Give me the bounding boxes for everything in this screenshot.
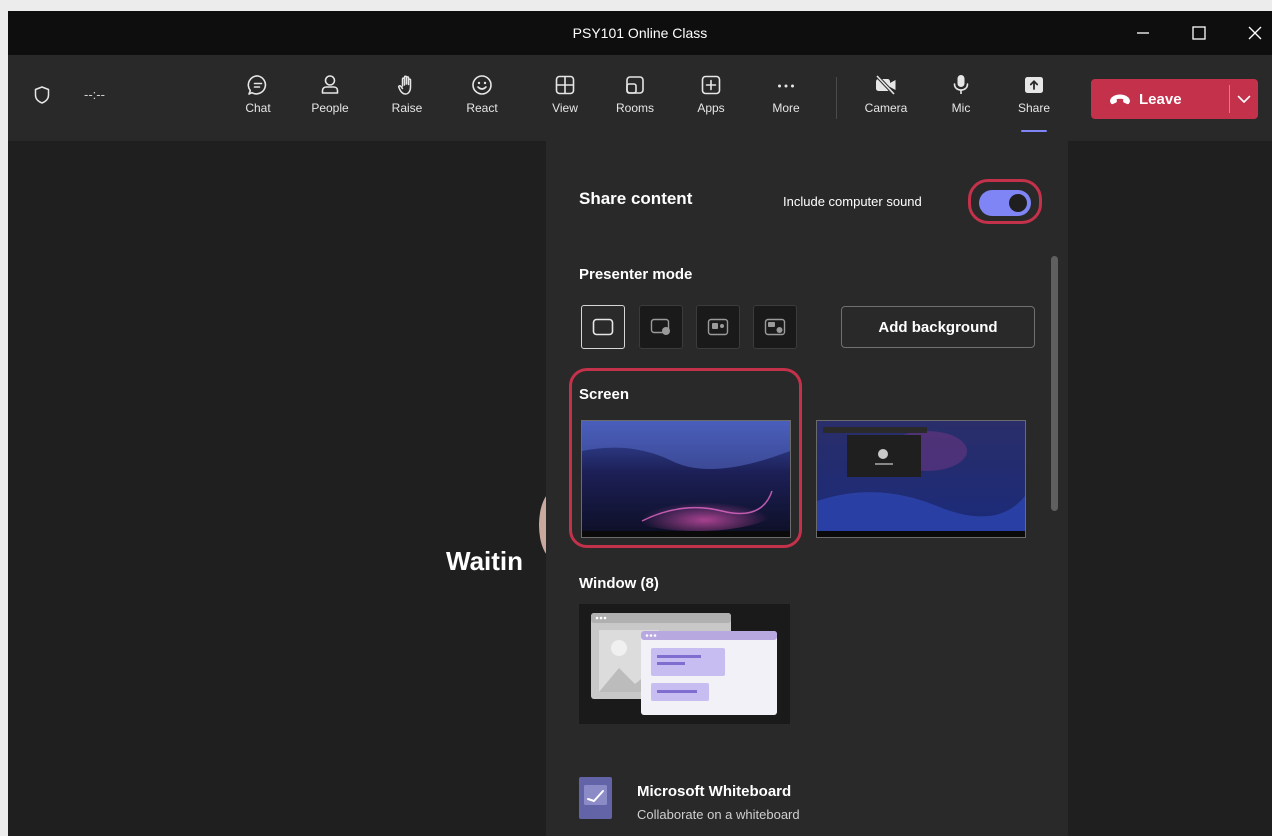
view-label: View (552, 101, 578, 115)
view-icon (555, 75, 575, 95)
raise-hand-icon (397, 75, 412, 95)
presenter-mode-heading: Presenter mode (579, 266, 693, 283)
window-illustration-icon (591, 613, 777, 715)
share-content-panel: Share content Include computer sound Pre… (546, 141, 1068, 836)
screen-thumbnail-2[interactable] (816, 420, 1026, 538)
more-label: More (772, 101, 800, 115)
presenter-mode-content-only[interactable] (581, 305, 625, 349)
rooms-label: Rooms (615, 101, 654, 115)
camera-label: Camera (864, 101, 908, 115)
whiteboard-subtitle: Collaborate on a whiteboard (637, 807, 800, 822)
mic-button[interactable]: Mic (935, 70, 987, 126)
whiteboard-icon (579, 777, 612, 819)
apps-button[interactable]: Apps (685, 70, 737, 126)
minimize-button[interactable] (1120, 11, 1166, 55)
title-bar: PSY101 Online Class (8, 11, 1272, 55)
meeting-timer: --:-- (84, 87, 105, 102)
chat-button[interactable]: Chat (232, 70, 284, 126)
more-icon (778, 84, 794, 88)
chevron-down-icon (1237, 95, 1251, 103)
presenter-mode-reporter[interactable] (753, 305, 797, 349)
leave-button[interactable]: Leave (1091, 79, 1229, 119)
leave-options-button[interactable] (1230, 79, 1258, 119)
rooms-icon (626, 76, 644, 94)
active-tab-indicator (1021, 130, 1047, 132)
apps-label: Apps (697, 101, 725, 115)
maximize-button[interactable] (1176, 11, 1222, 55)
leave-split-button: Leave (1091, 79, 1258, 119)
minimize-icon (1137, 32, 1149, 34)
screen-preview-image (817, 421, 1025, 537)
share-content-title: Share content (579, 189, 693, 208)
toolbar-separator (836, 77, 837, 119)
reporter-icon (764, 318, 786, 336)
share-label: Share (1017, 101, 1051, 115)
presenter-mode-standout[interactable] (639, 305, 683, 349)
react-icon (472, 75, 492, 95)
standout-icon (650, 318, 670, 335)
shield-icon (34, 86, 50, 104)
camera-button[interactable]: Camera (860, 70, 912, 126)
content-only-icon (592, 318, 614, 336)
chat-label: Chat (245, 101, 271, 115)
rooms-button[interactable]: Rooms (609, 70, 661, 126)
meeting-toolbar: --:-- Chat People Raise React View Rooms… (8, 55, 1272, 141)
hang-up-icon (1110, 94, 1130, 105)
add-background-button[interactable]: Add background (841, 306, 1035, 348)
react-button[interactable]: React (456, 70, 508, 126)
microsoft-whiteboard-item[interactable]: Microsoft Whiteboard Collaborate on a wh… (579, 777, 879, 827)
more-button[interactable]: More (760, 70, 812, 126)
apps-icon (701, 75, 721, 95)
screen-thumbnail-1[interactable] (581, 420, 791, 538)
people-button[interactable]: People (304, 70, 356, 126)
raise-hand-button[interactable]: Raise (381, 70, 433, 126)
presenter-mode-side-by-side[interactable] (696, 305, 740, 349)
panel-scrollbar[interactable] (1051, 256, 1058, 511)
people-icon (321, 75, 339, 94)
close-button[interactable] (1232, 11, 1272, 55)
share-button[interactable]: Share (1008, 70, 1060, 132)
maximize-icon (1192, 26, 1206, 40)
chat-icon (247, 75, 267, 95)
window-heading: Window (8) (579, 575, 659, 592)
toggle-highlight (968, 179, 1042, 224)
camera-off-icon (875, 74, 896, 96)
include-sound-label: Include computer sound (783, 194, 922, 209)
close-icon (1248, 26, 1262, 40)
teams-meeting-window: PSY101 Online Class --:-- Chat People Ra… (8, 11, 1272, 836)
window-title: PSY101 Online Class (572, 25, 708, 41)
people-label: People (311, 101, 349, 115)
whiteboard-title: Microsoft Whiteboard (637, 783, 792, 800)
mic-label: Mic (951, 101, 971, 115)
screen-preview-image (582, 421, 790, 537)
window-browse-tile[interactable] (579, 604, 790, 724)
mic-icon (953, 75, 969, 94)
waiting-text: Waitin (446, 546, 524, 576)
react-label: React (466, 101, 498, 115)
raise-label: Raise (391, 101, 423, 115)
share-icon (1025, 77, 1043, 93)
view-button[interactable]: View (539, 70, 591, 126)
side-by-side-icon (707, 318, 729, 336)
leave-label: Leave (1139, 90, 1182, 108)
